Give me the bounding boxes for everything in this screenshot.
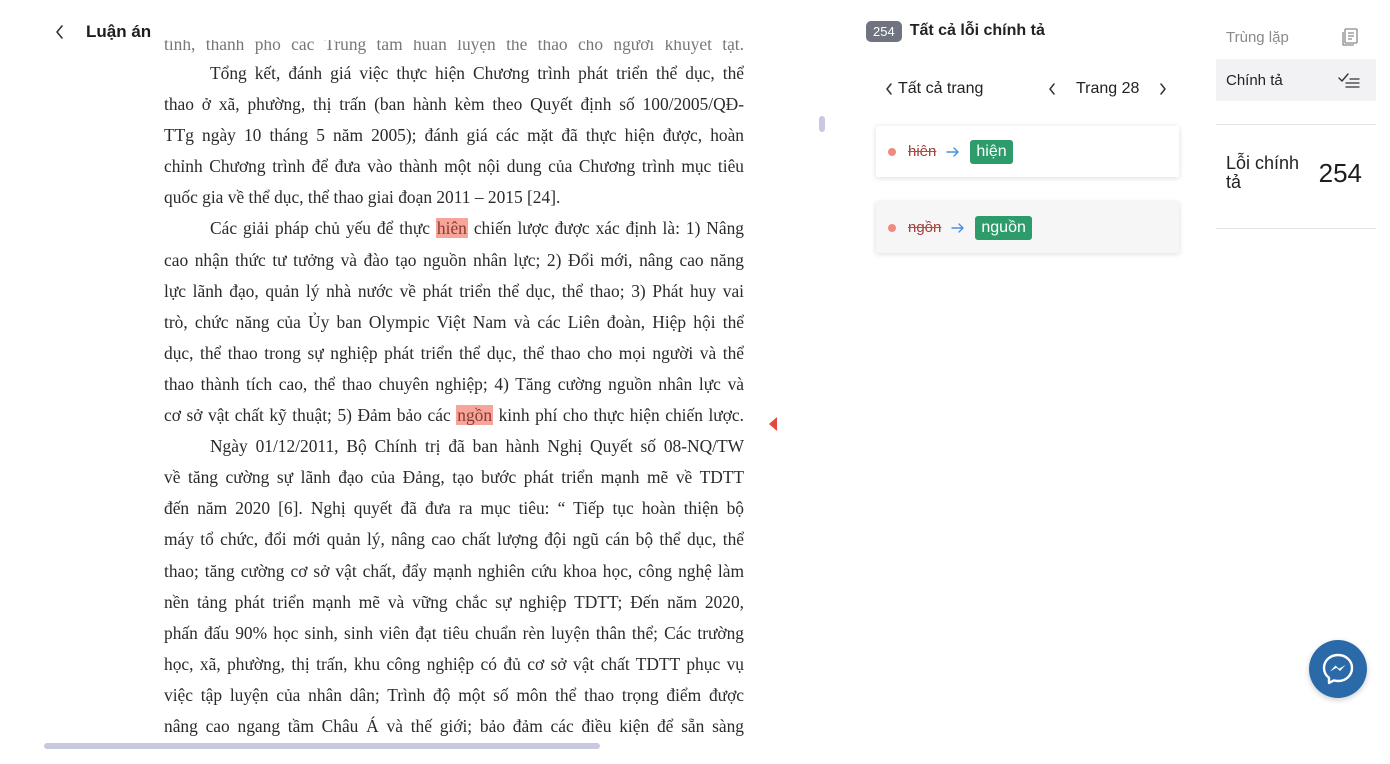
errors-panel-title: Tất cả lỗi chính tả	[909, 22, 1045, 39]
sidebar-item-label: Trùng lặp	[1226, 28, 1289, 46]
error-marker-icon	[769, 417, 777, 431]
arrow-right-icon	[946, 146, 960, 158]
stat-value: 254	[1318, 157, 1362, 188]
all-pages-button[interactable]: Tất cả trang	[884, 80, 983, 98]
document-line: thao thành tích cao, thể thao chuyên ngh…	[164, 373, 744, 394]
error-count-badge: 254	[866, 20, 902, 42]
highlighted-error-word[interactable]: hiên	[435, 218, 468, 239]
line-text: chiến lược được xác định là: 1) Nâng	[467, 218, 744, 239]
pager: Trang 28	[1042, 79, 1173, 99]
document-line: cao nhận thức tư tưởng và đào tạo nguồn …	[164, 249, 744, 270]
error-wrong-word: ngồn	[908, 219, 942, 236]
messenger-chat-button[interactable]	[1309, 640, 1367, 698]
document-viewer[interactable]: tỉnh, thành phố các Trung tâm huấn luyện…	[40, 40, 830, 752]
next-page-button[interactable]	[1153, 79, 1173, 99]
prev-page-button[interactable]	[1042, 79, 1062, 99]
document-line: thao; tăng cường cơ sở vật chất, đẩy mạn…	[164, 560, 744, 581]
document-line: Các giải pháp chủ yếu để thực hiên chiến…	[164, 213, 744, 244]
errors-panel-header: 254 Tất cả lỗi chính tả	[866, 18, 1186, 44]
copy-document-icon	[1342, 28, 1358, 46]
document-line: thao ở xã, phường, thị trấn (ban hành kè…	[164, 94, 744, 115]
spelling-error-stat: Lỗi chính tả 254	[1226, 154, 1376, 192]
line-text: cơ sở vật chất kỹ thuật; 5) Đảm bảo các	[164, 405, 457, 426]
messenger-icon	[1322, 653, 1354, 685]
sidebar-divider	[1216, 124, 1376, 125]
page-navigation: Tất cả trang Trang 28	[866, 76, 1186, 102]
error-card[interactable]: hiên hiện	[876, 126, 1179, 177]
document-line: cơ sở vật chất kỹ thuật; 5) Đảm bảo các …	[164, 400, 744, 431]
document-line: dục, thể thao trong sự nghiệp phát triển…	[164, 342, 744, 363]
all-pages-label: Tất cả trang	[898, 80, 984, 97]
document-line: học, xã, phường, thị trấn, khu công nghi…	[164, 653, 744, 674]
sidebar-divider	[1216, 228, 1376, 229]
horizontal-scrollbar[interactable]	[44, 743, 600, 749]
document-line: Tổng kết, đánh giá việc thực hiện Chương…	[210, 63, 744, 83]
current-page-label: Trang 28	[1076, 80, 1140, 97]
document-line: đến năm 2020 [6]. Nghị quyết đã đưa ra m…	[164, 498, 744, 519]
vertical-scrollbar[interactable]	[819, 116, 825, 132]
error-suggestion-button[interactable]: hiện	[970, 139, 1013, 164]
sidebar-item-label: Chính tả	[1226, 71, 1283, 89]
spelling-errors-panel: 254 Tất cả lỗi chính tả Tất cả trang Tra…	[866, 18, 1186, 253]
chevron-left-icon	[56, 25, 63, 39]
chevron-left-icon	[1049, 83, 1055, 95]
document-line: về tăng cường sự lãnh đạo của Đảng, tạo …	[164, 467, 744, 488]
error-wrong-word: hiên	[908, 143, 937, 160]
line-text: kinh phí cho thực hiện chiến lược.	[493, 405, 744, 426]
error-suggestion-button[interactable]: nguồn	[975, 215, 1032, 240]
document-line: nâng cao ngang tầm Châu Á và thế giới; b…	[164, 715, 744, 736]
chevron-left-icon	[886, 83, 892, 95]
document-line: tỉnh, thành phố các Trung tâm huấn luyện…	[164, 40, 744, 54]
line-text: Các giải pháp chủ yếu để thực	[210, 218, 436, 239]
document-line: TTg ngày 10 tháng 5 năm 2005); đánh giá …	[164, 125, 744, 146]
document-line: phấn đấu 90% học sinh, sinh viên đạt tiê…	[164, 622, 744, 643]
arrow-right-icon	[951, 222, 965, 234]
stat-label: Lỗi chính tả	[1226, 153, 1300, 192]
highlighted-error-word[interactable]: ngồn	[456, 405, 494, 426]
document-line: trò, chức năng của Ủy ban Olympic Việt N…	[164, 311, 744, 332]
sidebar-item-duplicate[interactable]: Trùng lặp	[1216, 16, 1376, 58]
document-line: Ngày 01/12/2011, Bộ Chính trị đã ban hàn…	[210, 436, 744, 457]
spell-check-icon	[1338, 73, 1360, 88]
document-line: máy tổ chức, đổi mới quản lý, nâng cao c…	[164, 529, 744, 550]
document-line: việc tập luyện của nhân dân; Trình độ mộ…	[164, 684, 744, 705]
document-line: nền tảng phát triển mạnh mẽ và vững chắc…	[164, 591, 744, 612]
document-line: lực lãnh đạo, quản lý nhà nước về phát t…	[164, 280, 744, 301]
sidebar-item-spelling[interactable]: Chính tả	[1216, 59, 1376, 101]
chevron-right-icon	[1160, 83, 1167, 95]
document-title: Luận án	[86, 22, 152, 41]
error-dot-icon	[888, 147, 896, 156]
error-card[interactable]: ngồn nguồn	[876, 202, 1179, 253]
document-page: tỉnh, thành phố các Trung tâm huấn luyện…	[164, 40, 744, 742]
document-line: chỉnh Chương trình để đưa vào thành một …	[164, 156, 744, 177]
document-line: quốc gia về thể dục, thể thao giai đoạn …	[164, 187, 561, 208]
error-dot-icon	[888, 223, 896, 232]
